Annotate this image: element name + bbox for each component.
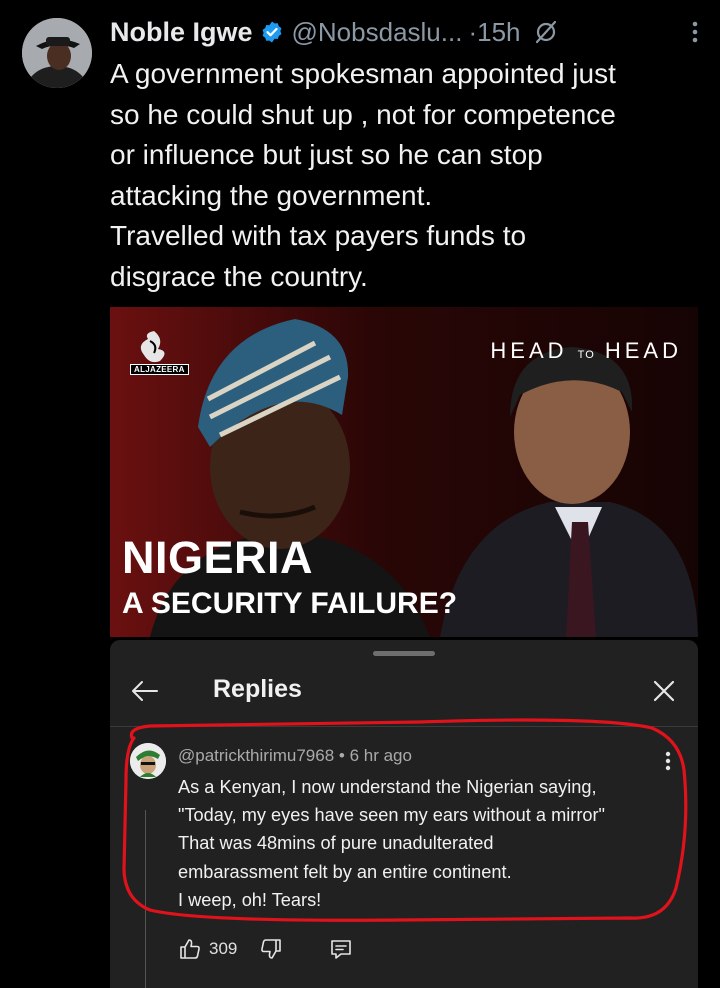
headline-line1: NIGERIA — [122, 532, 314, 583]
like-button[interactable]: 309 — [178, 937, 237, 961]
tweet-time[interactable]: 15h — [477, 17, 520, 48]
author-name[interactable]: Noble Igwe — [110, 17, 253, 48]
close-icon — [653, 680, 675, 702]
verified-badge-icon — [260, 20, 284, 44]
divider — [110, 726, 698, 727]
reply-text: As a Kenyan, I now understand the Nigeri… — [178, 777, 606, 910]
grok-icon[interactable] — [533, 19, 559, 45]
back-button[interactable] — [128, 675, 160, 707]
reply-avatar[interactable] — [130, 743, 166, 779]
show-title: HEAD TO HEAD — [490, 338, 682, 363]
reply-meta: @patrickthirimu7968 • 6 hr ago — [178, 746, 412, 766]
reply-time: 6 hr ago — [349, 746, 412, 765]
reply-actions: 309 — [178, 936, 353, 962]
media-thumbnail[interactable]: ALJAZEERA HEAD TO HEAD NIGERIA A SECURIT… — [110, 307, 698, 637]
author-handle[interactable]: @Nobsdaslu... — [292, 17, 463, 48]
close-button[interactable] — [648, 675, 680, 707]
author-avatar[interactable] — [22, 18, 92, 88]
thumbs-down-icon — [261, 939, 282, 959]
headline-line2: A SECURITY FAILURE? — [122, 587, 458, 620]
comment-icon — [331, 940, 352, 959]
arrow-left-icon — [132, 681, 158, 701]
tweet-text: A government spokesman appointed just so… — [110, 58, 616, 292]
comment-button[interactable] — [329, 937, 353, 961]
replies-panel: Replies @patrickthirimu7968 • 6 hr ago A… — [110, 640, 698, 988]
thread-line — [145, 810, 146, 988]
separator-dot: · — [468, 16, 478, 47]
thumbs-up-icon — [180, 939, 200, 959]
dislike-button[interactable] — [259, 937, 283, 961]
tweet-header: Noble Igwe @Nobsdaslu... · 15h — [110, 10, 559, 54]
meta-dot: • — [338, 746, 345, 765]
more-vertical-icon[interactable] — [690, 18, 700, 51]
brand-label: ALJAZEERA — [130, 364, 189, 375]
drag-handle[interactable] — [373, 651, 435, 656]
panel-title: Replies — [213, 675, 302, 703]
like-count: 309 — [209, 939, 238, 958]
reply-author[interactable]: @patrickthirimu7968 — [178, 746, 334, 765]
